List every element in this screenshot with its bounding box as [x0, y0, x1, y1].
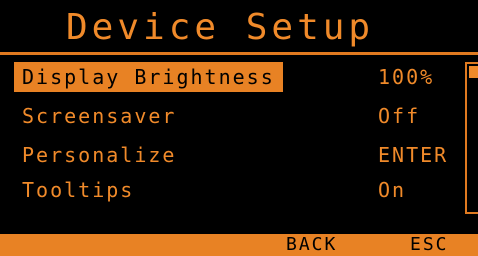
- menu-item-display-brightness[interactable]: Display Brightness 100%: [14, 62, 454, 92]
- menu-item-screensaver[interactable]: Screensaver Off: [14, 101, 454, 131]
- menu-item-value: Off: [378, 104, 421, 128]
- scrollbar-thumb[interactable]: [469, 66, 478, 78]
- menu-item-tooltips[interactable]: Tooltips On: [14, 175, 454, 205]
- menu-item-label: Screensaver: [22, 104, 177, 128]
- device-screen: Device Setup Display Brightness 100% Scr…: [0, 0, 478, 256]
- menu-item-value: ENTER: [378, 143, 449, 167]
- page-title: Device Setup: [66, 7, 375, 48]
- menu-item-value: 100%: [378, 65, 435, 89]
- footer-softkey-bar: BACK ESC: [0, 234, 478, 256]
- menu-scrollbar[interactable]: [465, 62, 478, 214]
- esc-button[interactable]: ESC: [410, 234, 449, 256]
- menu-item-label: Personalize: [22, 143, 177, 167]
- menu-item-label: Tooltips: [22, 178, 135, 202]
- title-divider: [0, 52, 478, 55]
- menu-item-personalize[interactable]: Personalize ENTER: [14, 140, 454, 170]
- title-bar: Device Setup: [0, 0, 478, 52]
- menu-item-label: Display Brightness: [14, 62, 283, 92]
- menu-item-value: On: [378, 178, 407, 202]
- back-button[interactable]: BACK: [286, 234, 337, 256]
